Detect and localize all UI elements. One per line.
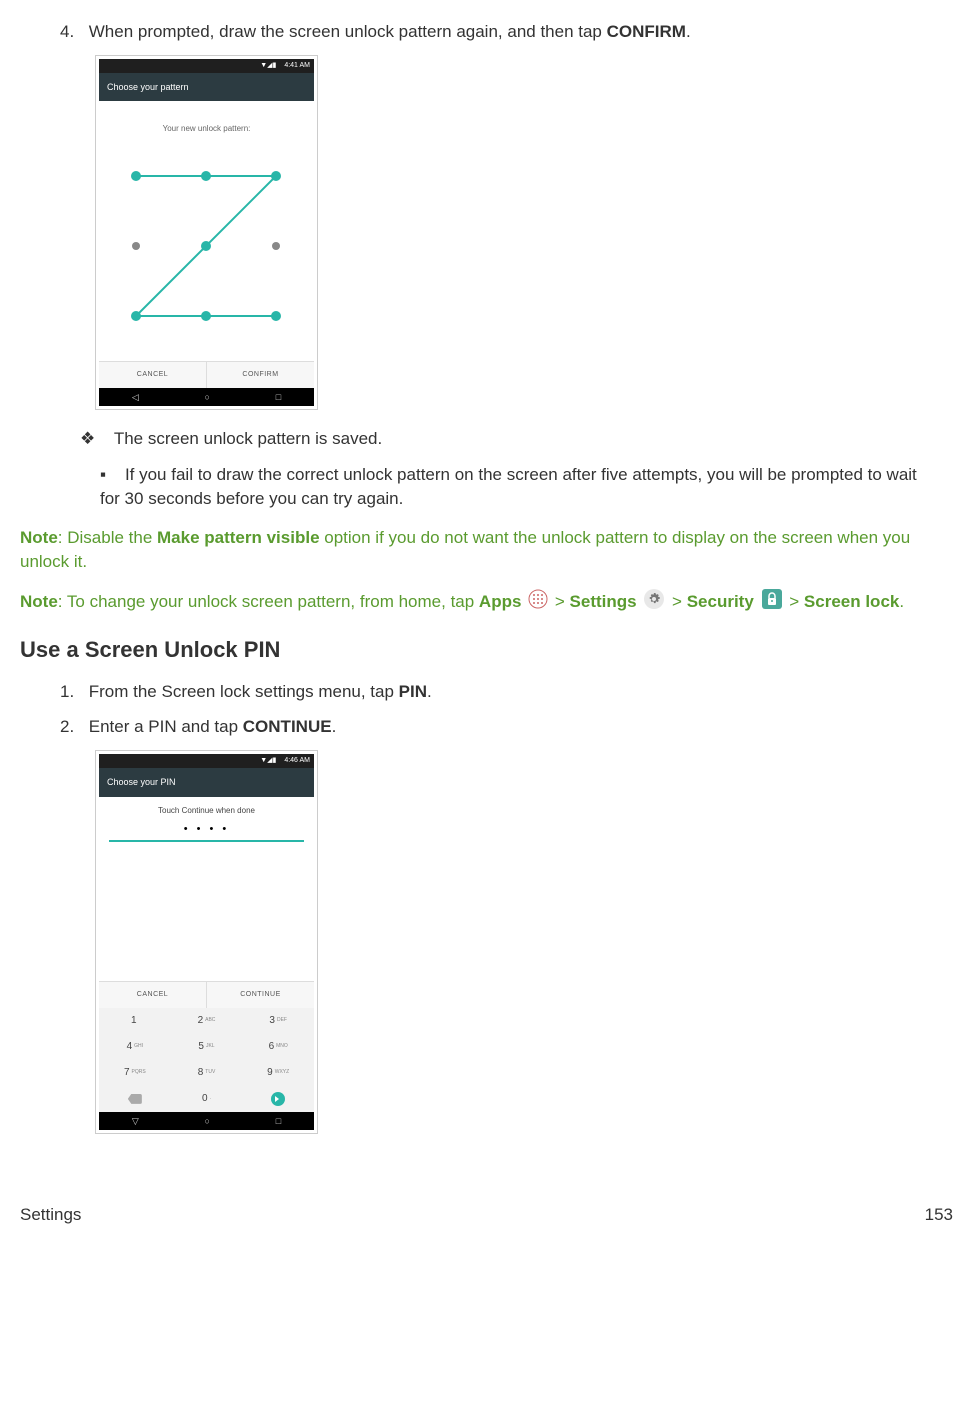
note-label: Note	[20, 528, 58, 547]
step-text: Enter a PIN and tap	[89, 717, 243, 736]
note-text-b: .	[899, 592, 904, 611]
note-text-a: : To change your unlock screen pattern, …	[58, 592, 479, 611]
step-number: 2.	[60, 715, 84, 739]
phone-navbar: ▽ ○ □	[99, 1112, 314, 1130]
apps-icon	[528, 589, 548, 616]
gt: >	[785, 592, 804, 611]
step-4: 4. When prompted, draw the screen unlock…	[60, 20, 953, 44]
keypad: 1 2ABC 3DEF 4GHI 5JKL 6MNO 7PQRS 8TUV 9W…	[99, 1008, 314, 1112]
status-time: 4:41 AM	[284, 62, 310, 69]
step-text: From the Screen lock settings menu, tap	[89, 682, 399, 701]
key-3[interactable]: 3DEF	[242, 1008, 314, 1034]
pin-step-1: 1. From the Screen lock settings menu, t…	[60, 680, 953, 704]
note-text-a: : Disable the	[58, 528, 157, 547]
note-make-pattern-visible: Note: Disable the Make pattern visible o…	[20, 526, 953, 574]
key-7[interactable]: 7PQRS	[99, 1060, 171, 1086]
settings-icon	[643, 588, 665, 617]
phone-button-row: CANCEL CONFIRM	[99, 361, 314, 388]
phone-titlebar: Choose your PIN	[99, 768, 314, 797]
phone-button-row: CANCEL CONTINUE	[99, 981, 314, 1008]
nav-home-icon: ○	[205, 1115, 210, 1128]
apps-label: Apps	[479, 592, 522, 611]
phone-statusbar: ▼◢▮ 4:41 AM	[99, 59, 314, 73]
continue-button[interactable]: CONTINUE	[206, 982, 314, 1008]
step-text-end: .	[332, 717, 337, 736]
key-backspace[interactable]	[99, 1086, 171, 1112]
note-label: Note	[20, 592, 58, 611]
key-1[interactable]: 1	[99, 1008, 171, 1034]
pattern-area: Your new unlock pattern:	[99, 101, 314, 361]
footer-page-number: 153	[925, 1203, 953, 1227]
screenlock-label: Screen lock	[804, 592, 899, 611]
step-text-end: .	[686, 22, 691, 41]
gt: >	[550, 592, 569, 611]
info-text: If you fail to draw the correct unlock p…	[100, 465, 917, 508]
cancel-button[interactable]: CANCEL	[99, 982, 206, 1008]
key-9[interactable]: 9WXYZ	[242, 1060, 314, 1086]
enter-icon	[271, 1092, 285, 1106]
phone-titlebar: Choose your pattern	[99, 73, 314, 102]
key-4[interactable]: 4GHI	[99, 1034, 171, 1060]
pattern-grid	[131, 171, 281, 321]
square-bullet-icon: ▪	[100, 465, 106, 484]
gt: >	[667, 592, 686, 611]
note-bold: Make pattern visible	[157, 528, 320, 547]
status-icons: ▼◢▮	[260, 757, 276, 764]
result-bullet: ❖ The screen unlock pattern is saved.	[80, 427, 953, 451]
pin-display: • • • •	[99, 822, 314, 840]
phone-navbar: ◁ ○ □	[99, 388, 314, 406]
status-time: 4:46 AM	[284, 757, 310, 764]
key-0[interactable]: 0.	[171, 1086, 243, 1112]
heading-use-pin: Use a Screen Unlock PIN	[20, 635, 953, 666]
key-6[interactable]: 6MNO	[242, 1034, 314, 1060]
cancel-button[interactable]: CANCEL	[99, 362, 206, 388]
pin-area: Touch Continue when done • • • • CANCEL …	[99, 797, 314, 1112]
page-footer: Settings 153	[20, 1203, 953, 1227]
status-icons: ▼◢▮	[260, 62, 276, 69]
pin-label: PIN	[399, 682, 427, 701]
settings-label: Settings	[570, 592, 637, 611]
phone-screenshot-pattern: ▼◢▮ 4:41 AM Choose your pattern Your new…	[96, 56, 317, 409]
key-8[interactable]: 8TUV	[171, 1060, 243, 1086]
step-number: 1.	[60, 680, 84, 704]
security-icon	[761, 588, 783, 617]
pattern-subtitle: Your new unlock pattern:	[99, 101, 314, 134]
continue-label: CONTINUE	[243, 717, 332, 736]
phone-statusbar: ▼◢▮ 4:46 AM	[99, 754, 314, 768]
nav-recent-icon: □	[276, 1115, 281, 1128]
info-bullet: ▪ If you fail to draw the correct unlock…	[100, 463, 953, 511]
key-5[interactable]: 5JKL	[171, 1034, 243, 1060]
security-label: Security	[687, 592, 754, 611]
note-change-pattern: Note: To change your unlock screen patte…	[20, 588, 953, 617]
phone-screenshot-pin: ▼◢▮ 4:46 AM Choose your PIN Touch Contin…	[96, 751, 317, 1133]
step-text: When prompted, draw the screen unlock pa…	[89, 22, 607, 41]
confirm-button[interactable]: CONFIRM	[206, 362, 314, 388]
step-text-end: .	[427, 682, 432, 701]
step-number: 4.	[60, 20, 84, 44]
pin-subtitle: Touch Continue when done	[99, 797, 314, 822]
nav-back-icon: ▽	[132, 1115, 139, 1128]
key-2[interactable]: 2ABC	[171, 1008, 243, 1034]
nav-back-icon: ◁	[132, 391, 139, 404]
nav-home-icon: ○	[205, 391, 210, 404]
backspace-icon	[128, 1094, 142, 1104]
pin-step-2: 2. Enter a PIN and tap CONTINUE.	[60, 715, 953, 739]
confirm-label: CONFIRM	[607, 22, 686, 41]
nav-recent-icon: □	[276, 391, 281, 404]
diamond-bullet-icon: ❖	[80, 429, 95, 448]
key-enter[interactable]	[242, 1086, 314, 1112]
result-text: The screen unlock pattern is saved.	[114, 429, 382, 448]
footer-section: Settings	[20, 1205, 81, 1224]
